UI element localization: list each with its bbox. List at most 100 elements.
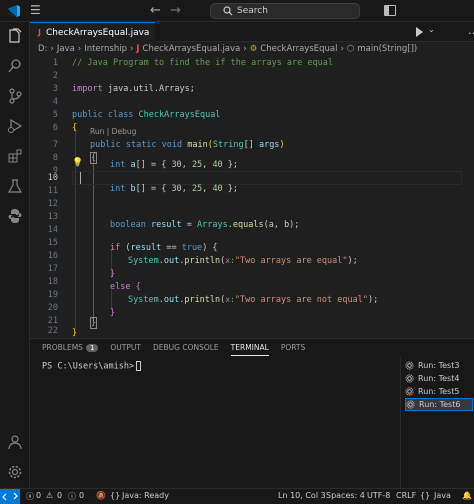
line-number: 2 xyxy=(52,71,58,81)
current-line-highlight xyxy=(72,171,462,185)
run-icon[interactable] xyxy=(416,27,423,37)
chevron-right-icon: › xyxy=(77,44,82,54)
java-file-icon: J xyxy=(38,28,41,37)
cursor-position[interactable]: Ln 10, Col 3 xyxy=(278,491,326,500)
terminal-item-label: Run: Test6 xyxy=(419,400,461,409)
terminal-output[interactable]: PS C:\Users\amish> xyxy=(42,361,142,372)
tab-checkarraysequal[interactable]: J CheckArraysEqual.java xyxy=(30,22,155,42)
class-icon: ⚙ xyxy=(249,44,258,54)
info-icon[interactable]: ⓘ xyxy=(68,491,76,502)
terminal-item[interactable]: Run: Test5 xyxy=(405,385,473,398)
terminal-prompt: PS C:\Users\amish> xyxy=(42,361,135,372)
breadcrumb-file[interactable]: CheckArraysEqual.java xyxy=(143,44,241,54)
python-icon[interactable] xyxy=(7,208,23,224)
code-line-7: public static void main(String[] args) xyxy=(90,140,285,150)
line-number: 5 xyxy=(52,110,58,120)
code-line-11: int b[] = { 30, 25, 40 }; xyxy=(110,184,239,194)
code-line-17: System.out.println(x:"Two arrays are equ… xyxy=(128,256,358,266)
tools-icon xyxy=(405,361,414,370)
breadcrumb-internship[interactable]: Internship xyxy=(84,44,127,54)
tools-icon xyxy=(405,374,414,383)
line-number: 21 xyxy=(47,316,58,326)
errors-count[interactable]: 0 xyxy=(36,491,41,500)
testing-flask-icon[interactable] xyxy=(7,178,23,194)
menu-icon[interactable]: ☰ xyxy=(30,3,41,17)
tab-label: CheckArraysEqual.java xyxy=(45,27,150,38)
errors-icon[interactable]: ⓧ xyxy=(26,491,34,502)
encoding[interactable]: UTF-8 xyxy=(367,491,390,500)
breadcrumb-class[interactable]: CheckArraysEqual xyxy=(260,44,337,54)
lightbulb-icon[interactable]: 💡 xyxy=(72,158,83,168)
codelens-run-debug[interactable]: Run | Debug xyxy=(90,127,136,136)
line-number: 17 xyxy=(47,264,58,274)
remote-indicator[interactable] xyxy=(0,489,20,504)
line-number: 8 xyxy=(52,153,58,163)
tools-icon xyxy=(405,387,414,396)
explorer-icon[interactable] xyxy=(7,28,23,44)
back-arrow-icon[interactable]: ← xyxy=(150,3,161,18)
line-ending[interactable]: CRLF xyxy=(396,491,416,500)
tab-output[interactable]: OUTPUT xyxy=(110,343,141,356)
search-view-icon[interactable] xyxy=(7,58,23,74)
chevron-right-icon: › xyxy=(129,44,134,54)
java-status[interactable]: Java: Ready xyxy=(122,491,169,500)
terminal-item-selected[interactable]: Run: Test6 xyxy=(405,398,473,411)
editor-tab-bar: J CheckArraysEqual.java ⌄ … xyxy=(30,22,474,42)
language-braces[interactable]: {} xyxy=(420,491,430,500)
line-number: 18 xyxy=(47,277,58,287)
code-line-9: int a[] = { 30, 25, 40 }; xyxy=(110,160,239,170)
indent-guide xyxy=(111,290,112,310)
tab-problems[interactable]: PROBLEMS 1 xyxy=(42,343,99,356)
manage-gear-icon[interactable] xyxy=(7,464,23,480)
warnings-count[interactable]: 0 xyxy=(57,491,62,500)
indentation[interactable]: Spaces: 4 xyxy=(326,491,365,500)
line-number: 3 xyxy=(52,84,58,94)
command-search-box[interactable]: Search xyxy=(210,3,360,19)
code-line-21: } xyxy=(110,308,116,318)
more-actions-icon[interactable]: … xyxy=(468,24,474,37)
code-editor[interactable]: 1 2 3 4 5 6 7 8 9 10 11 12 13 14 15 16 1… xyxy=(30,56,474,338)
chevron-right-icon: › xyxy=(340,44,344,54)
forward-arrow-icon[interactable]: → xyxy=(170,3,181,18)
vscode-logo-icon[interactable] xyxy=(7,4,21,18)
line-number: 13 xyxy=(47,212,58,222)
code-line-18: } xyxy=(110,269,116,279)
terminal-item[interactable]: Run: Test4 xyxy=(405,372,473,385)
code-line-16: if (result == true) { xyxy=(110,243,218,253)
toggle-sidebar-icon[interactable] xyxy=(384,5,396,16)
line-number: 12 xyxy=(47,199,58,209)
breadcrumb-method[interactable]: main(String[]) xyxy=(357,44,417,54)
line-number: 11 xyxy=(47,186,58,196)
terminal-item-label: Run: Test5 xyxy=(418,387,460,396)
breadcrumb: D: › Java › Internship › J CheckArraysEq… xyxy=(38,42,417,56)
title-bar: ☰ ← → Search xyxy=(0,0,474,22)
chevron-right-icon: › xyxy=(243,44,247,54)
line-number: 20 xyxy=(47,303,58,313)
info-count[interactable]: 0 xyxy=(79,491,84,500)
breadcrumb-java[interactable]: Java xyxy=(57,44,75,54)
language-mode[interactable]: Java xyxy=(434,491,451,500)
extensions-icon[interactable] xyxy=(7,148,23,164)
breadcrumb-drive[interactable]: D: xyxy=(38,44,47,54)
run-debug-icon[interactable] xyxy=(7,118,23,134)
code-line-3: import java.util.Arrays; xyxy=(72,84,195,94)
warnings-icon[interactable]: ⚠ xyxy=(46,491,53,500)
notifications-bell-icon[interactable]: 🔔 xyxy=(462,491,472,500)
code-line-23: } xyxy=(72,328,78,338)
account-icon[interactable] xyxy=(7,434,23,450)
run-dropdown-icon[interactable]: ⌄ xyxy=(428,25,435,34)
tab-debug-console[interactable]: DEBUG CONSOLE xyxy=(153,343,219,356)
source-control-icon[interactable] xyxy=(7,88,23,104)
line-number: 22 xyxy=(47,326,58,336)
problems-count-badge: 1 xyxy=(85,344,99,352)
terminal-item[interactable]: Run: Test3 xyxy=(405,359,473,372)
tab-ports[interactable]: PORTS xyxy=(281,343,305,356)
java-status-icon: {} xyxy=(110,491,121,500)
code-line-19: else { xyxy=(110,282,141,292)
tab-terminal[interactable]: TERMINAL xyxy=(230,343,269,356)
terminal-cursor xyxy=(136,361,142,371)
code-line-22: } xyxy=(90,317,98,329)
line-number-current: 10 xyxy=(47,173,58,183)
bell-off-icon[interactable]: 🔕 xyxy=(96,491,106,500)
status-bar: ⓧ 0 ⚠ 0 ⓘ 0 🔕 {} Java: Ready Ln 10, Col … xyxy=(0,488,474,504)
